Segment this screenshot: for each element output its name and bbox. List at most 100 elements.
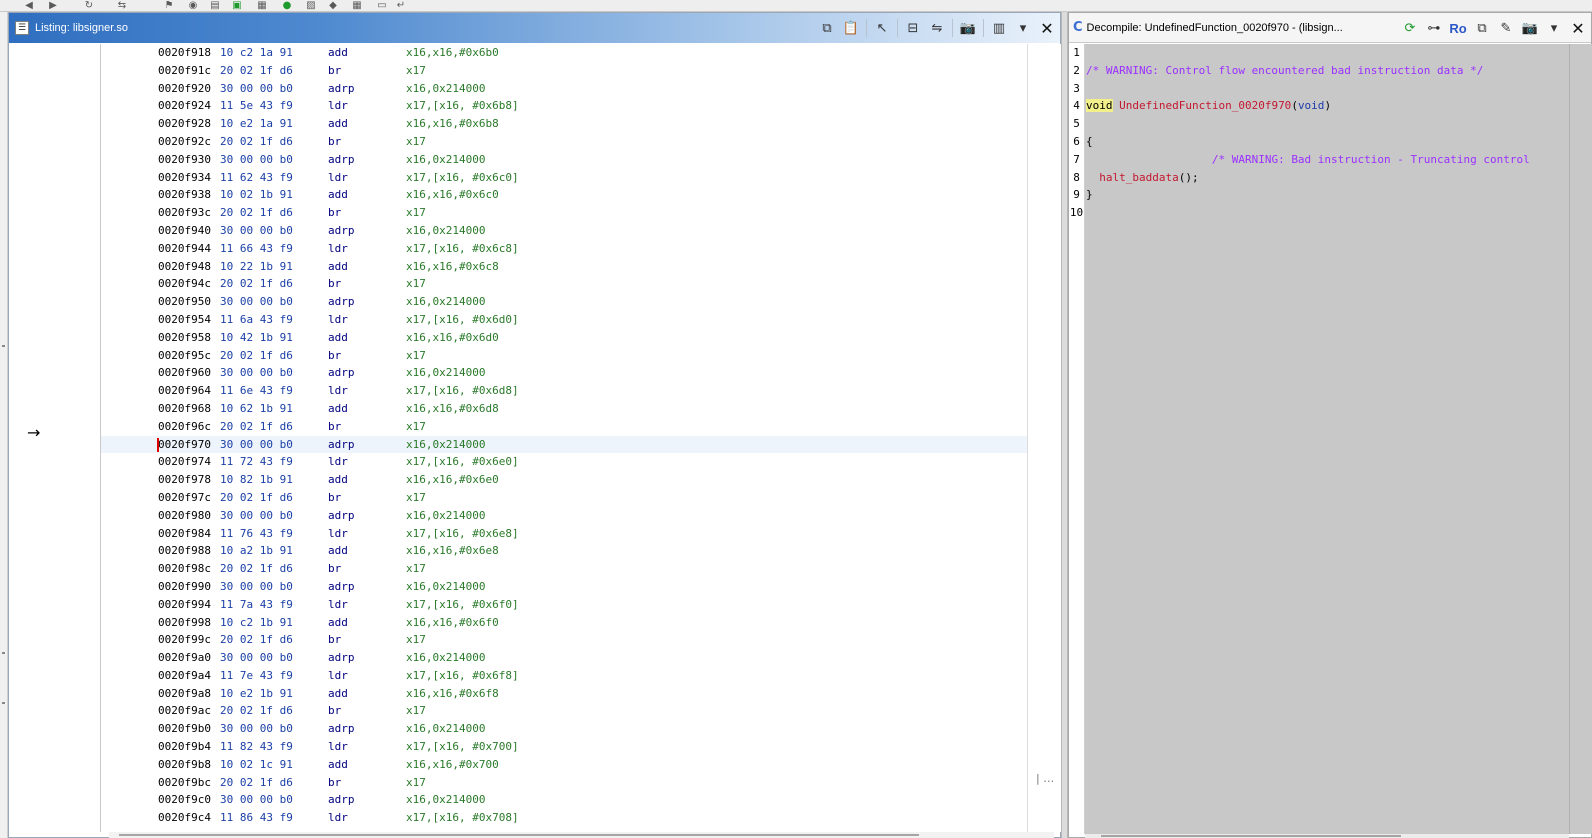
listing-mnemonic[interactable]: adrp (328, 649, 355, 667)
close-icon[interactable]: ✕ (1038, 19, 1056, 38)
listing-operands[interactable]: x16,0x214000 (406, 151, 485, 169)
listing-row[interactable]: 0020f9a4 11 7e 43 f9 ldr x17,[x16, #0x6f8] (101, 667, 1027, 685)
nav-icon[interactable]: ⇆ (115, 1, 129, 11)
listing-row[interactable]: 0020f940 30 00 00 b0 adrp x16,0x214000 (101, 222, 1027, 240)
panel-splitter[interactable] (1061, 12, 1068, 838)
listing-row[interactable]: 0020f938 10 02 1b 91 add x16,x16,#0x6c0 (101, 186, 1027, 204)
listing-address[interactable]: 0020f958 (158, 329, 211, 347)
listing-mnemonic[interactable]: adrp (328, 364, 355, 382)
listing-bytes[interactable]: 10 02 1b 91 (220, 186, 293, 204)
listing-address[interactable]: 0020f91c (158, 62, 211, 80)
listing-address[interactable]: 0020f93c (158, 204, 211, 222)
refresh-icon[interactable]: ⟳ (1401, 19, 1419, 37)
listing-address[interactable]: 0020f938 (158, 186, 211, 204)
cursor-select-icon[interactable]: ↖ (873, 19, 891, 37)
listing-address[interactable]: 0020f974 (158, 453, 211, 471)
paste-icon[interactable]: 📋 (842, 19, 860, 37)
listing-operands[interactable]: x17,[x16, #0x6e0] (406, 453, 519, 471)
listing-mnemonic[interactable]: add (328, 542, 348, 560)
listing-address[interactable]: 0020f920 (158, 80, 211, 98)
listing-operands[interactable]: x16,x16,#0x6f0 (406, 614, 499, 632)
listing-operands[interactable]: x16,x16,#0x6c0 (406, 186, 499, 204)
listing-bytes[interactable]: 10 c2 1b 91 (220, 614, 293, 632)
listing-address[interactable]: 0020f970 (158, 436, 211, 454)
listing-row[interactable]: 0020f9ac 20 02 1f d6 br x17 (101, 702, 1027, 720)
listing-row[interactable]: 0020f93c 20 02 1f d6 br x17 (101, 204, 1027, 222)
listing-bytes[interactable]: 30 00 00 b0 (220, 222, 293, 240)
listing-operands[interactable]: x17 (406, 133, 426, 151)
listing-address[interactable]: 0020f9b4 (158, 738, 211, 756)
listing-address[interactable]: 0020f978 (158, 471, 211, 489)
listing-address[interactable]: 0020f9c0 (158, 791, 211, 809)
listing-row[interactable]: 0020f98c 20 02 1f d6 br x17 (101, 560, 1027, 578)
memory-map-icon[interactable]: ▨ (304, 1, 318, 11)
listing-operands[interactable]: x17,[x16, #0x6f8] (406, 667, 519, 685)
listing-mnemonic[interactable]: br (328, 418, 341, 436)
readonly-button[interactable]: Ro (1449, 19, 1467, 37)
listing-operands[interactable]: x16,0x214000 (406, 791, 485, 809)
listing-mnemonic[interactable]: br (328, 347, 341, 365)
forward-icon[interactable]: ▶ (46, 1, 60, 11)
listing-mnemonic[interactable]: add (328, 186, 348, 204)
listing-address[interactable]: 0020f984 (158, 525, 211, 543)
listing-body[interactable]: → 0020f918 10 c2 1a 91 add x16,x16,#0x6b0 00… (9, 44, 1054, 832)
listing-row[interactable]: 0020f984 11 76 43 f9 ldr x17,[x16, #0x6e8] (101, 525, 1027, 543)
listing-operands[interactable]: x16,x16,#0x6e8 (406, 542, 499, 560)
listing-operands[interactable]: x16,x16,#0x6e0 (406, 471, 499, 489)
listing-mnemonic[interactable]: br (328, 204, 341, 222)
listing-bytes[interactable]: 20 02 1f d6 (220, 631, 293, 649)
copy-icon[interactable]: ⧉ (818, 19, 836, 37)
listing-mnemonic[interactable]: adrp (328, 436, 355, 454)
listing-mnemonic[interactable]: add (328, 44, 348, 62)
listing-operands[interactable]: x17 (406, 275, 426, 293)
listing-vertical-scrollbar[interactable]: | … (1027, 44, 1061, 832)
listing-address[interactable]: 0020f94c (158, 275, 211, 293)
listing-row[interactable]: 0020f9b8 10 02 1c 91 add x16,x16,#0x700 (101, 756, 1027, 774)
listing-address[interactable]: 0020f934 (158, 169, 211, 187)
listing-address[interactable]: 0020f998 (158, 614, 211, 632)
listing-operands[interactable]: x16,x16,#0x6b0 (406, 44, 499, 62)
listing-mnemonic[interactable]: ldr (328, 738, 348, 756)
listing-row[interactable]: 0020f960 30 00 00 b0 adrp x16,0x214000 (101, 364, 1027, 382)
listing-mnemonic[interactable]: add (328, 329, 348, 347)
listing-address[interactable]: 0020f9b0 (158, 720, 211, 738)
listing-bytes[interactable]: 30 00 00 b0 (220, 578, 293, 596)
listing-row[interactable]: 0020f92c 20 02 1f d6 br x17 (101, 133, 1027, 151)
listing-bytes[interactable]: 11 86 43 f9 (220, 809, 293, 827)
listing-operands[interactable]: x16,x16,#0x6d0 (406, 329, 499, 347)
listing-mnemonic[interactable]: br (328, 133, 341, 151)
settings-icon[interactable]: ↵ (394, 1, 408, 11)
listing-bytes[interactable]: 11 72 43 f9 (220, 453, 293, 471)
listing-operands[interactable]: x16,0x214000 (406, 80, 485, 98)
listing-operands[interactable]: x17,[x16, #0x708] (406, 809, 519, 827)
listing-bytes[interactable]: 10 62 1b 91 (220, 400, 293, 418)
listing-bytes[interactable]: 30 00 00 b0 (220, 151, 293, 169)
listing-address[interactable]: 0020f99c (158, 631, 211, 649)
listing-operands[interactable]: x16,x16,#0x6d8 (406, 400, 499, 418)
listing-mnemonic[interactable]: ldr (328, 169, 348, 187)
listing-mnemonic[interactable]: add (328, 685, 348, 703)
close-icon[interactable]: ✕ (1569, 19, 1587, 38)
listing-bytes[interactable]: 30 00 00 b0 (220, 791, 293, 809)
listing-mnemonic[interactable]: ldr (328, 667, 348, 685)
listing-bytes[interactable]: 10 e2 1a 91 (220, 115, 293, 133)
listing-operands[interactable]: x17 (406, 702, 426, 720)
listing-bytes[interactable]: 30 00 00 b0 (220, 720, 293, 738)
listing-operands[interactable]: x17 (406, 62, 426, 80)
listing-row[interactable]: 0020f920 30 00 00 b0 adrp x16,0x214000 (101, 80, 1027, 98)
listing-mnemonic[interactable]: add (328, 756, 348, 774)
listing-row[interactable]: 0020f978 10 82 1b 91 add x16,x16,#0x6e0 (101, 471, 1027, 489)
listing-bytes[interactable]: 20 02 1f d6 (220, 418, 293, 436)
listing-bytes[interactable]: 11 7e 43 f9 (220, 667, 293, 685)
listing-mnemonic[interactable]: add (328, 400, 348, 418)
listing-bytes[interactable]: 10 02 1c 91 (220, 756, 293, 774)
listing-row[interactable]: 0020f998 10 c2 1b 91 add x16,x16,#0x6f0 (101, 614, 1027, 632)
listing-operands[interactable]: x17,[x16, #0x6f0] (406, 596, 519, 614)
listing-row[interactable]: 0020f974 11 72 43 f9 ldr x17,[x16, #0x6e0] (101, 453, 1027, 471)
listing-address[interactable]: 0020f988 (158, 542, 211, 560)
listing-row[interactable]: 0020f9c0 30 00 00 b0 adrp x16,0x214000 (101, 791, 1027, 809)
listing-bytes[interactable]: 30 00 00 b0 (220, 293, 293, 311)
listing-address[interactable]: 0020f940 (158, 222, 211, 240)
listing-bytes[interactable]: 10 c2 1a 91 (220, 44, 293, 62)
listing-operands[interactable]: x16,x16,#0x6b8 (406, 115, 499, 133)
